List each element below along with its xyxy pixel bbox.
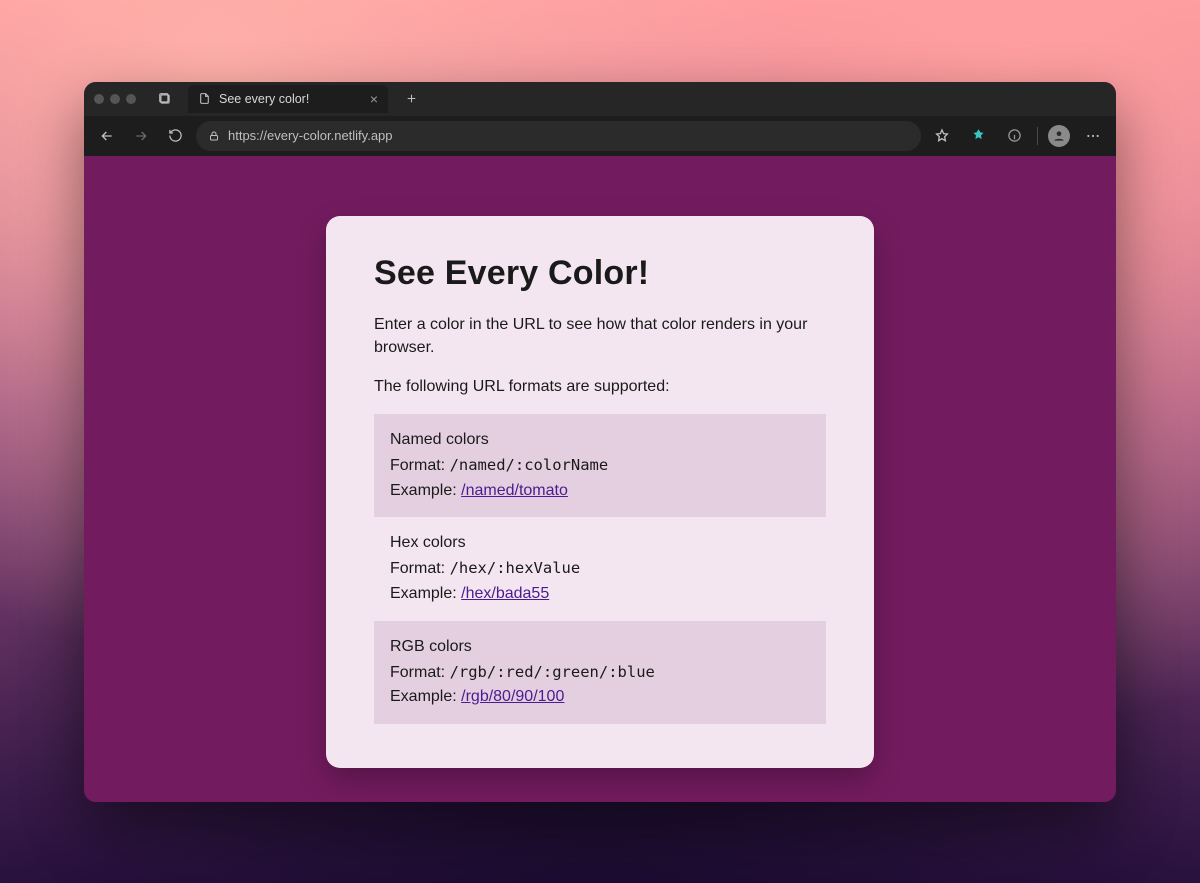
tab-overview-button[interactable] <box>152 86 178 112</box>
favorites-button[interactable] <box>929 123 955 149</box>
url-text: https://every-color.netlify.app <box>228 128 393 143</box>
format-label: Format: <box>390 664 450 681</box>
extension-icon[interactable] <box>965 123 991 149</box>
example-label: Example: <box>390 482 461 499</box>
tab-close-button[interactable]: × <box>370 91 378 107</box>
example-link[interactable]: /hex/bada55 <box>461 585 549 602</box>
formats-list: Named colors Format: /named/:colorName E… <box>374 414 826 724</box>
traffic-minimize-icon[interactable] <box>110 94 120 104</box>
supported-text: The following URL formats are supported: <box>374 375 826 398</box>
format-code: /named/:colorName <box>450 456 609 474</box>
format-item: Hex colors Format: /hex/:hexValue Exampl… <box>374 517 826 620</box>
traffic-zoom-icon[interactable] <box>126 94 136 104</box>
window-traffic-lights <box>94 94 136 104</box>
tab-strip: See every color! × <box>84 82 1116 116</box>
page-heading: See Every Color! <box>374 254 826 293</box>
info-icon[interactable] <box>1001 123 1027 149</box>
more-menu-button[interactable] <box>1080 123 1106 149</box>
page-viewport: See Every Color! Enter a color in the UR… <box>84 156 1116 802</box>
tab-title: See every color! <box>219 92 309 106</box>
page-file-icon <box>198 92 211 105</box>
format-item: RGB colors Format: /rgb/:red/:green/:blu… <box>374 621 826 724</box>
format-title: Hex colors <box>390 531 810 556</box>
example-label: Example: <box>390 688 461 705</box>
browser-window: See every color! × https://every-color.n… <box>84 82 1116 802</box>
forward-button[interactable] <box>128 123 154 149</box>
traffic-close-icon[interactable] <box>94 94 104 104</box>
format-label: Format: <box>390 457 450 474</box>
back-button[interactable] <box>94 123 120 149</box>
new-tab-button[interactable] <box>398 86 424 112</box>
profile-avatar[interactable] <box>1048 125 1070 147</box>
address-bar[interactable]: https://every-color.netlify.app <box>196 121 921 151</box>
browser-toolbar: https://every-color.netlify.app <box>84 116 1116 156</box>
example-link[interactable]: /rgb/80/90/100 <box>461 688 564 705</box>
format-label: Format: <box>390 560 450 577</box>
browser-tab[interactable]: See every color! × <box>188 85 388 113</box>
content-card: See Every Color! Enter a color in the UR… <box>326 216 874 769</box>
format-code: /rgb/:red/:green/:blue <box>450 663 655 681</box>
format-title: RGB colors <box>390 635 810 660</box>
toolbar-divider <box>1037 127 1038 145</box>
example-link[interactable]: /named/tomato <box>461 482 568 499</box>
example-label: Example: <box>390 585 461 602</box>
reload-button[interactable] <box>162 123 188 149</box>
format-item: Named colors Format: /named/:colorName E… <box>374 414 826 517</box>
toolbar-right-icons <box>929 123 1106 149</box>
format-title: Named colors <box>390 428 810 453</box>
format-code: /hex/:hexValue <box>450 559 581 577</box>
intro-text: Enter a color in the URL to see how that… <box>374 313 826 359</box>
lock-icon <box>208 130 220 142</box>
